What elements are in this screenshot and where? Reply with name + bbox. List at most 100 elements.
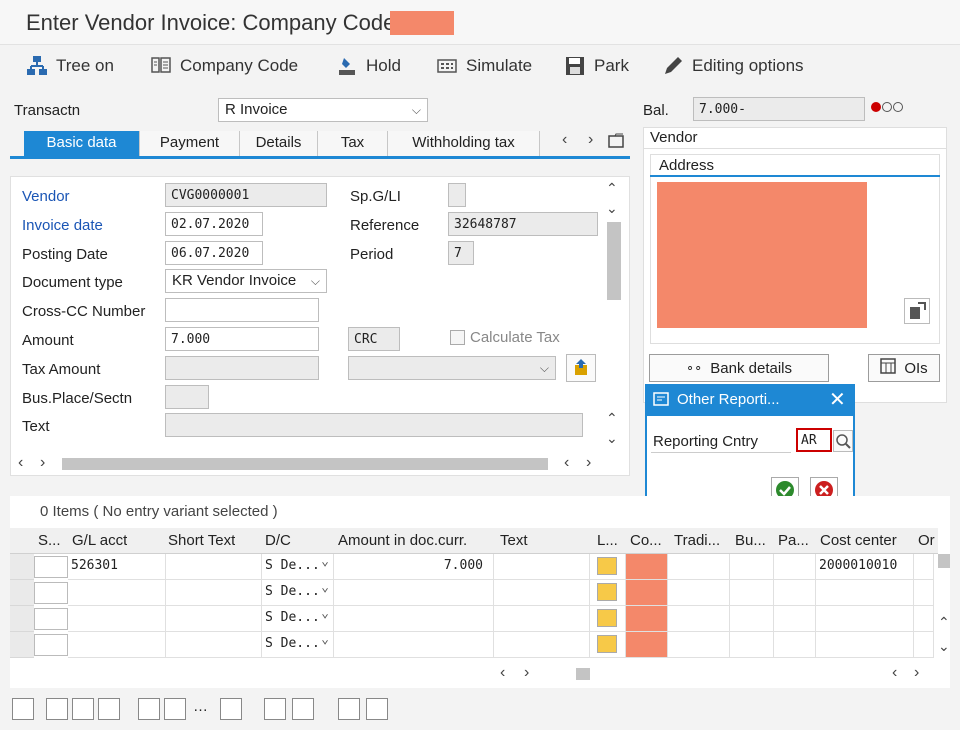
insert-row-icon[interactable] [164,698,186,720]
deselect-all-icon[interactable] [98,698,120,720]
trading-cell[interactable] [668,580,730,606]
cost-center-cell[interactable] [816,606,914,632]
text-cell[interactable] [494,580,590,606]
order-cell[interactable] [914,606,934,632]
debit-credit-cell[interactable]: S De... ⌄ [262,554,334,580]
col-text[interactable]: Text [500,532,528,549]
details-icon[interactable] [12,698,34,720]
trading-cell[interactable] [668,632,730,658]
gl-account-cell[interactable] [68,606,166,632]
scroll-down-icon[interactable]: ⌄ [606,430,618,447]
scroll-left-icon[interactable]: ‹ [18,454,23,472]
message-icon[interactable] [597,583,617,601]
cost-center-cell[interactable]: 2000010010 [816,554,914,580]
col-debit-credit[interactable]: D/C [265,532,291,549]
vendor-field[interactable]: CVG0000001 [165,183,327,207]
calculate-tax-checkbox[interactable] [450,330,465,345]
address-details-icon[interactable] [904,298,930,324]
status-cell[interactable] [34,634,68,656]
pa-cell[interactable] [774,632,816,658]
tab-scroll-right-icon[interactable]: › [588,131,593,149]
scroll-up-icon[interactable]: ⌃ [606,180,618,197]
amount-field[interactable]: 7.000 [165,327,319,351]
col-bu[interactable]: Bu... [735,532,766,549]
transactn-select[interactable]: R Invoice ⌵ [218,98,428,122]
simulate-button[interactable]: Simulate [436,53,532,79]
invoice-date-field[interactable]: 02.07.2020 [165,212,263,236]
search-help-icon[interactable] [833,430,853,452]
tab-withholding-tax[interactable]: Withholding tax [388,131,540,156]
document-type-select[interactable]: KR Vendor Invoice ⌵ [165,269,327,293]
hold-button[interactable]: Hold [336,53,401,79]
co-cell[interactable] [626,580,668,606]
l-cell[interactable] [590,580,626,606]
debit-credit-cell[interactable]: S De... ⌄ [262,580,334,606]
status-cell[interactable] [34,556,68,578]
l-cell[interactable] [590,554,626,580]
trading-cell[interactable] [668,606,730,632]
scroll-left-icon[interactable]: ‹ [500,664,505,682]
order-cell[interactable] [914,632,934,658]
park-button[interactable]: Park [564,53,629,79]
bu-cell[interactable] [730,580,774,606]
debit-credit-cell[interactable]: S De... ⌄ [262,606,334,632]
open-items-button[interactable]: OIs [868,354,940,382]
col-amount[interactable]: Amount in doc.curr. [338,532,467,549]
scroll-right-icon[interactable]: › [40,454,45,472]
append-row-icon[interactable] [138,698,160,720]
form-scrollbar-thumb[interactable] [607,222,621,300]
row-selector[interactable] [10,606,34,632]
bank-details-button[interactable]: ∘∘ Bank details [649,354,829,382]
copy-icon[interactable] [264,698,286,720]
scroll-right-icon[interactable]: › [524,664,529,682]
text-cell[interactable] [494,632,590,658]
message-icon[interactable] [597,557,617,575]
order-cell[interactable] [914,580,934,606]
scroll-left-icon[interactable]: ‹ [892,664,897,682]
text-cell[interactable] [494,554,590,580]
gl-account-cell[interactable]: 526301 [68,554,166,580]
col-status[interactable]: S... [38,532,61,549]
pa-cell[interactable] [774,606,816,632]
tab-payment[interactable]: Payment [140,131,240,156]
pa-cell[interactable] [774,580,816,606]
col-co[interactable]: Co... [630,532,662,549]
gl-account-cell[interactable] [68,580,166,606]
short-text-cell[interactable] [166,554,262,580]
tax-amount-field[interactable] [165,356,319,380]
sort-ascending-icon[interactable] [338,698,360,720]
delete-row-icon[interactable] [220,698,242,720]
short-text-cell[interactable] [166,606,262,632]
scroll-up-icon[interactable]: ⌃ [606,410,618,427]
col-l[interactable]: L... [597,532,618,549]
spgl-field[interactable] [448,183,466,207]
co-cell[interactable] [626,606,668,632]
col-order[interactable]: Or [918,532,938,549]
col-pa[interactable]: Pa... [778,532,809,549]
more-icon[interactable]: … [193,698,208,715]
l-cell[interactable] [590,632,626,658]
posting-date-field[interactable]: 06.07.2020 [165,241,263,265]
col-trading[interactable]: Tradi... [674,532,720,549]
reporting-country-field[interactable]: AR [796,428,832,452]
currency-field[interactable]: CRC [348,327,400,351]
editing-options-button[interactable]: Editing options [662,53,804,79]
row-selector[interactable] [10,632,34,658]
co-cell[interactable] [626,632,668,658]
scroll-down-icon[interactable]: ⌄ [938,638,950,655]
tab-tax[interactable]: Tax [318,131,388,156]
period-field[interactable]: 7 [448,241,474,265]
reference-field[interactable]: 32648787 [448,212,598,236]
col-cost-center[interactable]: Cost center [820,532,897,549]
amount-cell[interactable] [334,632,494,658]
tab-basic-data[interactable]: Basic data [24,131,140,156]
short-text-cell[interactable] [166,580,262,606]
order-cell[interactable] [914,554,934,580]
row-selector[interactable] [10,580,34,606]
scroll-up-icon[interactable]: ⌃ [938,614,950,631]
bu-cell[interactable] [730,606,774,632]
tab-list-icon[interactable] [608,133,626,153]
scroll-down-icon[interactable]: ⌄ [606,200,618,217]
scroll-right-icon[interactable]: › [586,454,591,472]
pa-cell[interactable] [774,554,816,580]
